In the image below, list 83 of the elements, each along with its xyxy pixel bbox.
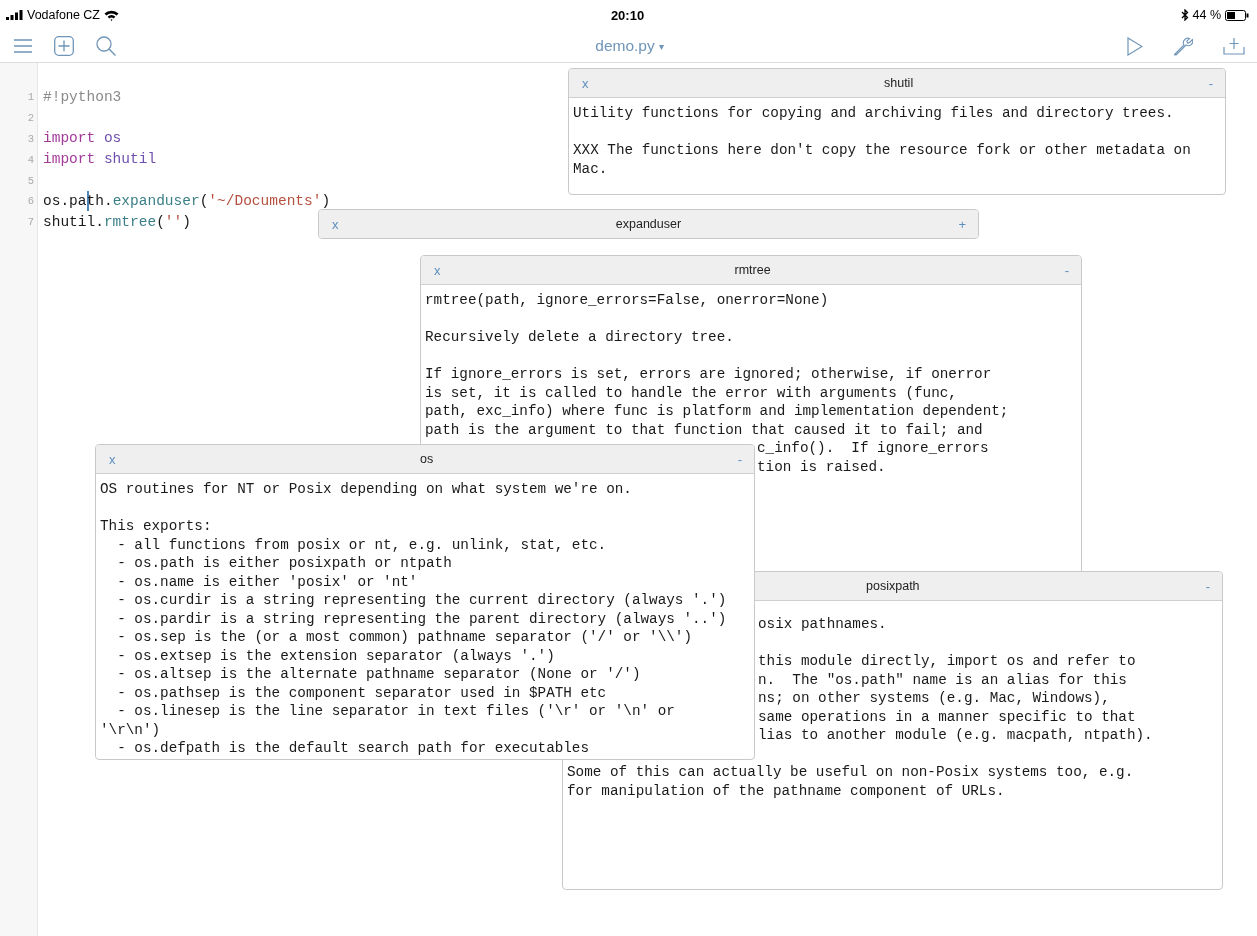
doc-text-line: - os.name is either 'posix' or 'nt'	[116, 573, 418, 590]
doc-text-line: OS routines for NT or Posix depending on what system we're on.	[100, 481, 632, 497]
search-icon[interactable]	[96, 36, 116, 56]
share-icon[interactable]	[1223, 37, 1245, 55]
collapse-toggle[interactable]: -	[1206, 75, 1215, 91]
doc-text-line: same operations in a manner specific to that	[758, 708, 1136, 725]
doc-text-line: Utility functions for copying and archiving files and directory trees.	[573, 105, 1174, 121]
collapse-toggle[interactable]: -	[1203, 578, 1212, 594]
close-button[interactable]: x	[107, 451, 118, 467]
menu-icon[interactable]	[14, 39, 32, 53]
doc-text-line: ns; on other systems (e.g. Mac, Windows),	[758, 690, 1110, 706]
code-token: (	[156, 213, 165, 231]
doc-text-line: - os.sep is the (or a most common) pathname separator ('/' or '\\')	[116, 629, 692, 645]
add-file-icon[interactable]	[54, 36, 74, 56]
doc-text-line: c_info(). If ignore_errors	[757, 440, 989, 456]
line-number: 5	[27, 174, 34, 187]
line-number: 2	[27, 112, 34, 125]
doc-text-line: This exports:	[100, 518, 212, 534]
doc-text-line: is set, it is called to handle the error with arguments (func,	[425, 384, 957, 401]
doc-text-line: - os.defpath is the default search path for executables	[116, 740, 590, 756]
collapse-toggle[interactable]: -	[1062, 262, 1071, 278]
code-token: os.pa	[43, 192, 87, 210]
doc-text-line: - all functions from posix or nt, e.g. unlink, stat, etc.	[116, 536, 607, 553]
doc-text-line: rmtree(path, ignore_errors=False, onerror=None)	[425, 292, 829, 308]
code-token: #!python3	[43, 88, 122, 106]
doc-text-line: - os.curdir is a string representing the current directory (always '.')	[116, 592, 727, 608]
popup-title: posixpath	[865, 579, 921, 593]
line-number: 4	[27, 153, 34, 166]
bluetooth-icon	[1180, 9, 1189, 21]
wrench-icon[interactable]	[1173, 36, 1193, 56]
popup-title: shutil	[883, 76, 915, 90]
doc-text-line: Some of this can actually be useful on non-Posix systems too, e.g.	[567, 764, 1134, 780]
code-token: import	[43, 151, 97, 169]
close-button[interactable]: x	[330, 216, 341, 232]
line-number: 6	[27, 195, 34, 208]
doc-text-line: osix pathnames.	[758, 616, 887, 632]
code-token: os	[103, 130, 122, 148]
code-token: )	[321, 192, 331, 210]
signal-icon	[6, 10, 23, 20]
close-button[interactable]: x	[432, 262, 443, 278]
doc-text-line: - os.pardir is a string representing the parent directory (always '..')	[116, 610, 727, 627]
code-token: )	[182, 213, 191, 231]
collapse-toggle[interactable]: -	[735, 451, 744, 467]
file-title-menu[interactable]: demo.py ▾	[595, 37, 664, 55]
doc-text-line: If ignore_errors is set, errors are ignored; otherwise, if onerror	[425, 366, 992, 382]
line-number: 3	[27, 133, 34, 145]
doc-text-line: - os.pathsep is the component separator used in $PATH etc	[116, 684, 607, 701]
code-token: import	[43, 130, 97, 148]
doc-text-line: - os.altsep is the alternate pathname separator (None or '/')	[116, 666, 641, 682]
run-icon[interactable]	[1127, 36, 1143, 56]
battery-percent: 44 %	[1192, 8, 1221, 22]
doc-text-line: for manipulation of the pathname component of URLs.	[567, 782, 1005, 799]
doc-text-line: path, exc_info) where func is platform and implementation dependent;	[425, 403, 1009, 419]
doc-text-line: - os.extsep is the extension separator (always '.')	[116, 647, 555, 664]
clock-time: 20:10	[610, 7, 645, 23]
popup-title: os	[418, 452, 435, 466]
doc-text-line: tion is raised.	[757, 458, 886, 475]
doc-text-line: path is the argument to that function that caused it to fail; and	[425, 421, 983, 438]
popup-title: expanduser	[614, 217, 683, 231]
code-token: expanduser	[112, 192, 200, 210]
doc-text-line: '\r\n')	[100, 721, 161, 738]
doc-text-line: Recursively delete a directory tree.	[425, 329, 734, 345]
close-button[interactable]: x	[580, 75, 591, 91]
doc-text-line: this module directly, import os and refer to	[758, 653, 1136, 669]
doc-text-line: - os.linesep is the line separator in text files ('\r' or '\n' or	[116, 703, 675, 719]
doc-text-line: XXX The functions here don't copy the resource fork or other metadata on	[573, 142, 1191, 158]
code-token: ''	[164, 213, 183, 231]
code-token: shutil.	[43, 213, 104, 231]
collapse-toggle[interactable]: +	[956, 216, 968, 232]
wifi-icon	[103, 9, 119, 21]
line-number: 1	[27, 91, 34, 104]
doc-text-line: lias to another module (e.g. macpath, ntpath).	[758, 727, 1153, 743]
code-token: '~/Documents'	[208, 192, 322, 210]
code-token: (	[199, 192, 209, 210]
code-token: shutil	[103, 151, 157, 169]
popup-title: rmtree	[733, 263, 772, 277]
battery-icon	[1225, 9, 1249, 21]
doc-text-line: - os.path is either posixpath or ntpath	[116, 555, 452, 571]
carrier-name: Vodafone CZ	[27, 8, 100, 22]
doc-text-line: n. The "os.path" name is an alias for this	[758, 671, 1127, 688]
line-number: 7	[27, 216, 34, 229]
code-token: rmtree	[103, 213, 157, 231]
doc-text-line: Mac.	[573, 160, 608, 177]
